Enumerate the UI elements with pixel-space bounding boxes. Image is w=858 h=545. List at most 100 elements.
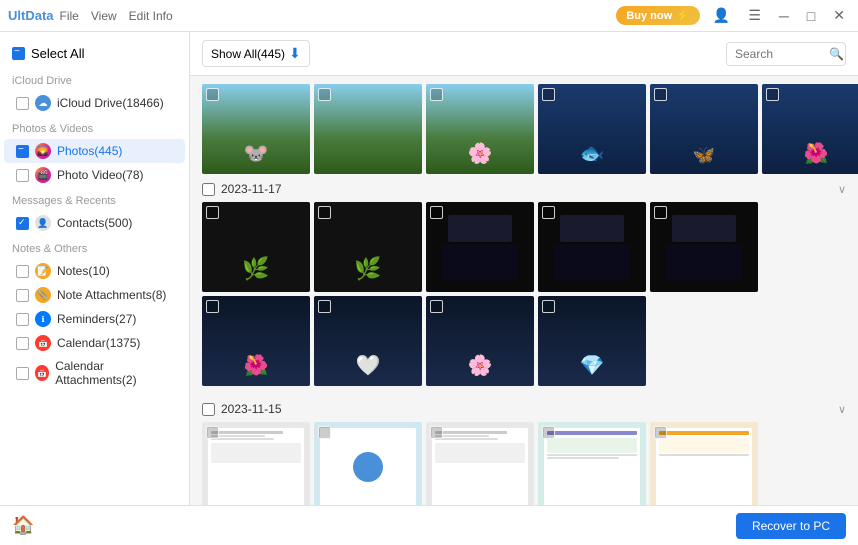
sidebar-item-note-attachments[interactable]: 📎 Note Attachments(8) — [4, 283, 185, 307]
home-button[interactable]: 🏠 — [12, 515, 34, 536]
photo-checkbox[interactable] — [430, 88, 443, 101]
select-all-checkbox[interactable] — [12, 47, 25, 60]
photo-video-checkbox[interactable] — [16, 169, 29, 182]
photo-checkbox[interactable] — [542, 426, 555, 439]
photo-checkbox[interactable] — [430, 426, 443, 439]
note-attach-icon: 📎 — [35, 287, 51, 303]
photo-item[interactable]: 🌸 — [426, 296, 534, 386]
photo-item[interactable]: 🌺 — [202, 296, 310, 386]
calendar-icon: 📅 — [35, 335, 51, 351]
photo-item[interactable] — [314, 84, 422, 174]
photo-checkbox[interactable] — [542, 206, 555, 219]
date-group-checkbox[interactable] — [202, 183, 215, 196]
select-all-item[interactable]: Select All — [0, 40, 189, 67]
contacts-checkbox[interactable] — [16, 217, 29, 230]
date-label-2023-11-15[interactable]: 2023-11-15 — [202, 402, 282, 416]
content-area: Show All(445) ⬇ 🔍 🐭 🌸 — [190, 32, 858, 505]
sidebar-item-contacts[interactable]: 👤 Contacts(500) — [4, 211, 185, 235]
nav-file[interactable]: File — [60, 9, 79, 23]
date-header-2023-11-17: 2023-11-17 ∨ — [202, 178, 846, 202]
photo-item[interactable]: 🐟 — [538, 84, 646, 174]
photo-checkbox[interactable] — [654, 426, 667, 439]
user-icon-button[interactable]: 👤 — [708, 5, 735, 26]
close-button[interactable]: ✕ — [828, 5, 850, 26]
sidebar-item-photos[interactable]: 🌄 Photos(445) — [4, 139, 185, 163]
minimize-button[interactable]: ─ — [774, 6, 794, 26]
titlebar-right: Buy now ⚡ 👤 ☰ ─ □ ✕ — [616, 5, 850, 26]
reminders-checkbox[interactable] — [16, 313, 29, 326]
photo-item[interactable]: 🤍 — [314, 296, 422, 386]
photo-item-screenshot[interactable] — [426, 422, 534, 505]
photo-item[interactable] — [538, 202, 646, 292]
icloud-icon: ☁ — [35, 95, 51, 111]
buy-now-button[interactable]: Buy now ⚡ — [616, 6, 700, 25]
contacts-icon: 👤 — [35, 215, 51, 231]
calendar-attach-checkbox[interactable] — [16, 367, 29, 380]
sidebar-item-icloud-drive[interactable]: ☁ iCloud Drive(18466) — [4, 91, 185, 115]
photo-checkbox[interactable] — [542, 88, 555, 101]
photo-checkbox[interactable] — [206, 426, 219, 439]
maximize-button[interactable]: □ — [802, 6, 820, 26]
photo-item[interactable] — [426, 202, 534, 292]
photo-item-screenshot[interactable] — [650, 422, 758, 505]
photo-checkbox[interactable] — [318, 300, 331, 313]
nav-view[interactable]: View — [91, 9, 117, 23]
photo-checkbox[interactable] — [542, 300, 555, 313]
photo-checkbox[interactable] — [206, 206, 219, 219]
photo-item[interactable]: 💎 — [538, 296, 646, 386]
photos-checkbox[interactable] — [16, 145, 29, 158]
photo-checkbox[interactable] — [318, 426, 331, 439]
date-group-chevron[interactable]: ∨ — [838, 183, 846, 196]
filter-dropdown[interactable]: Show All(445) ⬇ — [202, 40, 310, 67]
photo-item[interactable]: 🌺 — [762, 84, 858, 174]
search-box: 🔍 — [726, 42, 846, 66]
nav-edit[interactable]: Edit Info — [129, 9, 173, 23]
date-group-checkbox-2[interactable] — [202, 403, 215, 416]
date-label-2023-11-17[interactable]: 2023-11-17 — [202, 182, 282, 196]
menu-button[interactable]: ☰ — [743, 5, 766, 26]
search-input[interactable] — [735, 47, 825, 61]
photo-checkbox[interactable] — [318, 206, 331, 219]
bottom-bar: 🏠 Recover to PC — [0, 505, 858, 545]
photo-checkbox[interactable] — [654, 206, 667, 219]
photo-item[interactable] — [650, 202, 758, 292]
photo-item[interactable]: 🐭 — [202, 84, 310, 174]
sidebar-item-photo-video[interactable]: 🎬 Photo Video(78) — [4, 163, 185, 187]
note-attach-checkbox[interactable] — [16, 289, 29, 302]
sidebar-item-calendar[interactable]: 📅 Calendar(1375) — [4, 331, 185, 355]
photo-checkbox[interactable] — [430, 300, 443, 313]
date-group-chevron-2[interactable]: ∨ — [838, 403, 846, 416]
reminders-label: Reminders(27) — [57, 312, 136, 326]
section-title-icloud: iCloud Drive — [0, 67, 189, 91]
sidebar-item-calendar-attachments[interactable]: 📅 Calendar Attachments(2) — [4, 355, 185, 391]
photo-item-screenshot[interactable] — [202, 422, 310, 505]
photo-checkbox[interactable] — [206, 300, 219, 313]
photo-checkbox[interactable] — [206, 88, 219, 101]
lightning-icon: ⚡ — [676, 9, 690, 22]
filter-label: Show All(445) — [211, 47, 285, 61]
sidebar-item-reminders[interactable]: ℹ Reminders(27) — [4, 307, 185, 331]
dropdown-arrow-icon: ⬇ — [289, 45, 301, 62]
reminders-icon: ℹ — [35, 311, 51, 327]
notes-checkbox[interactable] — [16, 265, 29, 278]
top-photo-row: 🐭 🌸 🐟 🦋 🌺 — [202, 84, 846, 174]
note-attach-label: Note Attachments(8) — [57, 288, 166, 302]
main-layout: Select All iCloud Drive ☁ iCloud Drive(1… — [0, 32, 858, 505]
date-group-2023-11-17: 2023-11-17 ∨ 🌿 🌿 — [202, 178, 846, 386]
icloud-drive-checkbox[interactable] — [16, 97, 29, 110]
sidebar-item-notes[interactable]: 📝 Notes(10) — [4, 259, 185, 283]
photo-checkbox[interactable] — [430, 206, 443, 219]
photo-item[interactable]: 🌸 — [426, 84, 534, 174]
photo-checkbox[interactable] — [654, 88, 667, 101]
photo-item[interactable]: 🦋 — [650, 84, 758, 174]
photo-checkbox[interactable] — [766, 88, 779, 101]
photo-checkbox[interactable] — [318, 88, 331, 101]
calendar-checkbox[interactable] — [16, 337, 29, 350]
photo-item[interactable]: 🌿 — [314, 202, 422, 292]
photo-item-screenshot[interactable] — [538, 422, 646, 505]
select-all-label: Select All — [31, 46, 84, 61]
photo-item[interactable]: 🌿 — [202, 202, 310, 292]
photo-video-icon: 🎬 — [35, 167, 51, 183]
photo-item-screenshot[interactable] — [314, 422, 422, 505]
recover-button[interactable]: Recover to PC — [736, 513, 846, 539]
